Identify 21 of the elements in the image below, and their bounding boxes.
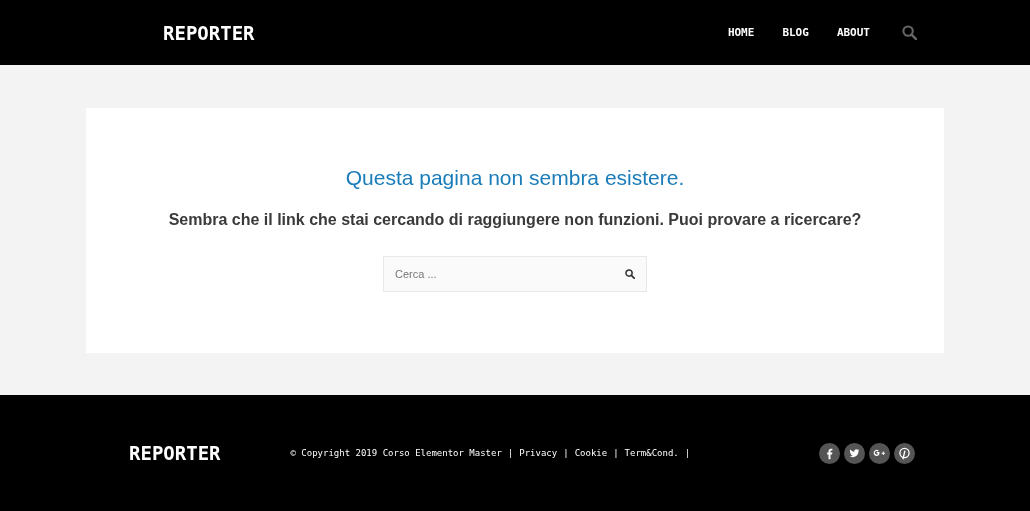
error-title: Questa pagina non sembra esistere.: [345, 166, 685, 190]
footer-link[interactable]: Term&Cond.: [624, 448, 679, 458]
footer-link[interactable]: Privacy: [519, 448, 558, 458]
twitter-icon[interactable]: [844, 442, 865, 464]
site-logo[interactable]: REPORTER: [163, 21, 255, 44]
copyright-text: © Copyright 2019 Corso Elementor Master: [290, 448, 502, 458]
error-message: Sembra che il link che stai cercando di raggiungere non funzioni. Puoi provare a ricercare?: [168, 211, 862, 229]
footer-logo[interactable]: REPORTER: [129, 442, 221, 464]
search-icon[interactable]: [625, 269, 635, 279]
nav-link[interactable]: HOME: [727, 26, 755, 39]
facebook-icon[interactable]: [819, 442, 840, 464]
separator: |: [684, 448, 691, 458]
search-field[interactable]: Cerca ...: [383, 256, 647, 292]
nav-link[interactable]: BLOG: [782, 26, 809, 39]
google-plus-icon[interactable]: [869, 442, 890, 464]
separator: |: [563, 448, 569, 458]
footer-link[interactable]: Cookie: [574, 448, 608, 458]
separator: |: [507, 448, 514, 458]
pinterest-icon[interactable]: [894, 442, 915, 464]
separator: |: [613, 448, 619, 458]
nav-link[interactable]: ABOUT: [836, 26, 870, 39]
